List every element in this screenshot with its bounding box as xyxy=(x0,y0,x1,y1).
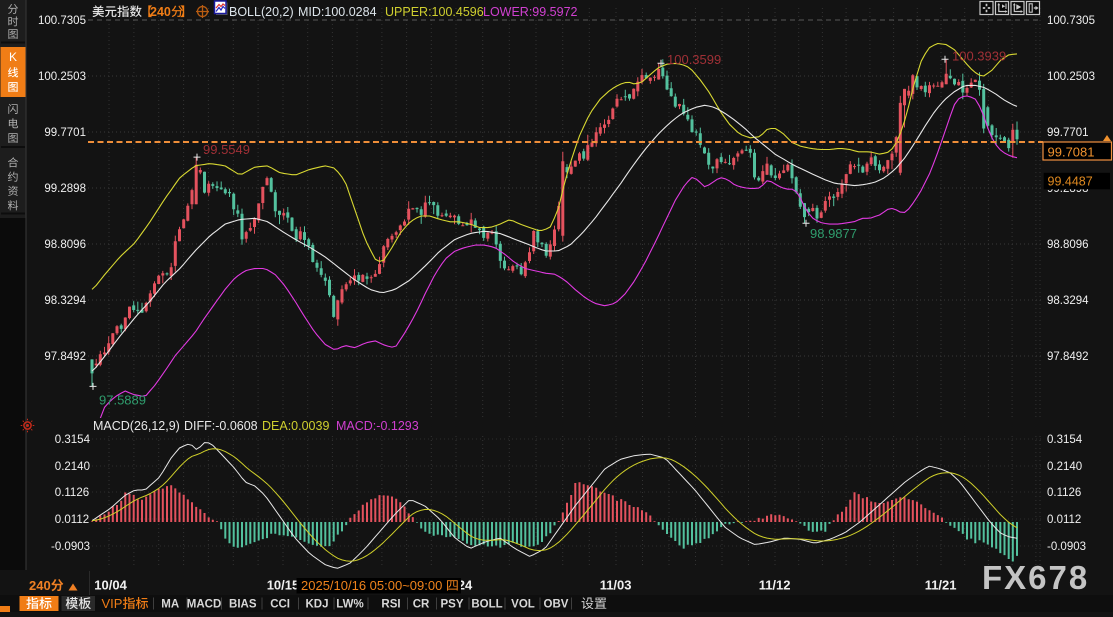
svg-text:98.3294: 98.3294 xyxy=(1047,295,1089,307)
svg-text:DEA:0.0039: DEA:0.0039 xyxy=(262,419,329,433)
svg-text:OBV: OBV xyxy=(544,599,569,611)
svg-text:MACD: MACD xyxy=(187,599,222,611)
svg-text:240: 240 xyxy=(150,5,171,19)
svg-text:99.5549: 99.5549 xyxy=(203,142,250,157)
svg-text:100.2503: 100.2503 xyxy=(1047,71,1095,83)
svg-text:0.3154: 0.3154 xyxy=(55,434,91,446)
svg-text:DIFF:-0.0608: DIFF:-0.0608 xyxy=(184,419,258,433)
svg-text:CR: CR xyxy=(413,599,430,611)
svg-text:100.2503: 100.2503 xyxy=(38,71,86,83)
svg-text:97.8492: 97.8492 xyxy=(44,351,86,363)
svg-text:99.2898: 99.2898 xyxy=(44,183,86,195)
svg-text:LOWER:99.5972: LOWER:99.5972 xyxy=(483,5,578,19)
svg-text:98.9877: 98.9877 xyxy=(810,226,857,241)
svg-text:BOLL: BOLL xyxy=(471,599,502,611)
svg-text:-0.0903: -0.0903 xyxy=(51,541,90,553)
svg-text:2025/10/16 05:00~09:00: 2025/10/16 05:00~09:00 xyxy=(301,578,442,593)
svg-text:10/04: 10/04 xyxy=(94,578,127,593)
svg-text:240: 240 xyxy=(29,578,51,593)
svg-text:MACD(26,12,9): MACD(26,12,9) xyxy=(93,419,180,433)
svg-text:VOL: VOL xyxy=(511,599,535,611)
svg-text:KDJ: KDJ xyxy=(305,599,328,611)
svg-text:0.2140: 0.2140 xyxy=(1047,461,1082,473)
svg-text:98.8096: 98.8096 xyxy=(44,239,86,251)
svg-text:10/15: 10/15 xyxy=(267,578,300,593)
svg-text:PSY: PSY xyxy=(440,599,463,611)
svg-text:100.7305: 100.7305 xyxy=(1047,15,1095,27)
svg-text:99.7701: 99.7701 xyxy=(1047,127,1089,139)
svg-text:FX678: FX678 xyxy=(982,559,1089,596)
svg-text:98.8096: 98.8096 xyxy=(1047,239,1089,251)
svg-text:98.3294: 98.3294 xyxy=(44,295,86,307)
svg-text:11/03: 11/03 xyxy=(600,578,632,593)
svg-text:0.0112: 0.0112 xyxy=(55,514,89,526)
svg-text:0.3154: 0.3154 xyxy=(1047,434,1083,446)
svg-text:100.3939: 100.3939 xyxy=(952,48,1006,63)
svg-text:0.2140: 0.2140 xyxy=(55,461,90,473)
svg-text:CCI: CCI xyxy=(270,599,290,611)
svg-text:97.5889: 97.5889 xyxy=(99,392,146,407)
svg-text:BIAS: BIAS xyxy=(229,599,257,611)
svg-text:MA: MA xyxy=(161,599,179,611)
svg-text:0.1126: 0.1126 xyxy=(1047,487,1081,499)
svg-text:UPPER:100.4596: UPPER:100.4596 xyxy=(385,5,484,19)
svg-text:BOLL(20,2): BOLL(20,2) xyxy=(229,5,294,19)
svg-text:0.0112: 0.0112 xyxy=(1047,514,1081,526)
svg-text:K: K xyxy=(9,50,17,64)
svg-text:99.7081: 99.7081 xyxy=(1048,145,1095,160)
svg-text:99.4487: 99.4487 xyxy=(1048,175,1093,189)
svg-text:MID:100.0284: MID:100.0284 xyxy=(298,5,377,19)
svg-text:100.3599: 100.3599 xyxy=(667,52,721,67)
svg-text:RSI: RSI xyxy=(381,599,400,611)
svg-text:MACD:-0.1293: MACD:-0.1293 xyxy=(336,419,419,433)
svg-text:11/12: 11/12 xyxy=(759,578,791,593)
svg-text:VIP: VIP xyxy=(102,596,123,611)
svg-text:0.1126: 0.1126 xyxy=(55,487,89,499)
svg-text:99.7701: 99.7701 xyxy=(44,127,86,139)
svg-text:11/21: 11/21 xyxy=(925,578,957,593)
svg-text:LW%: LW% xyxy=(336,599,363,611)
svg-text:-0.0903: -0.0903 xyxy=(1047,541,1086,553)
svg-text:97.8492: 97.8492 xyxy=(1047,351,1089,363)
svg-text:100.7305: 100.7305 xyxy=(38,15,86,27)
